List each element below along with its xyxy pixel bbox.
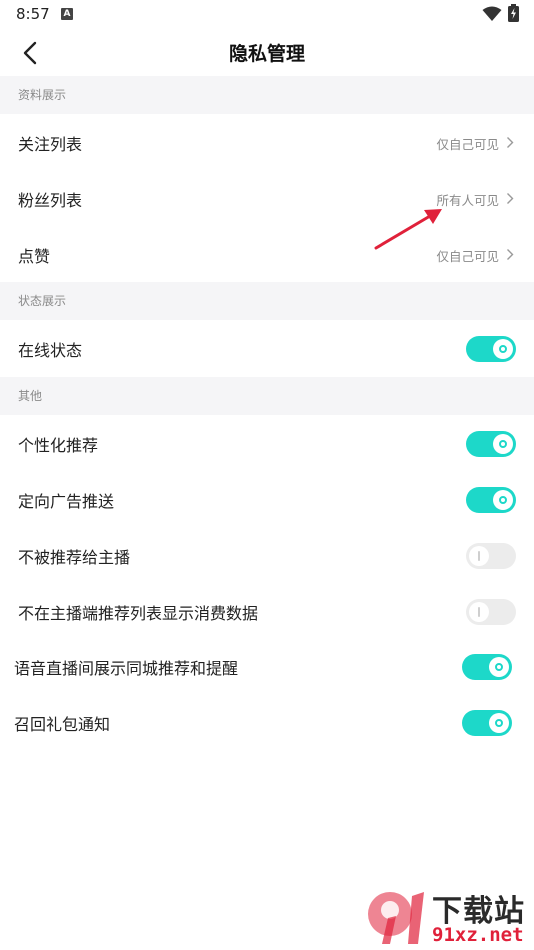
recall-gift-notification-toggle[interactable]	[462, 710, 512, 736]
personalized-recommendation-toggle[interactable]	[466, 431, 516, 457]
targeted-ads-toggle[interactable]	[466, 487, 516, 513]
chevron-right-icon	[507, 249, 514, 260]
toggle-knob	[469, 546, 489, 566]
row-online-status: 在线状态	[0, 320, 534, 376]
section-header-other: 其他	[0, 377, 534, 415]
online-status-toggle[interactable]	[466, 336, 516, 362]
row-value: 仅自己可见	[436, 249, 499, 264]
watermark: 下载站 91xz.net	[360, 884, 534, 950]
status-time: 8:57	[16, 5, 50, 23]
chevron-right-icon	[507, 137, 514, 148]
row-label: 关注列表	[18, 135, 83, 154]
wifi-icon	[482, 6, 502, 21]
privacy-settings-screen: 8:57 A 隐私管理 资料展示 关注列表 仅自己可见 粉丝列表 所有人可见 点…	[0, 0, 534, 950]
toggle-knob	[489, 713, 509, 733]
row-targeted-ads: 定向广告推送	[0, 471, 534, 527]
section-header-status-display: 状态展示	[0, 282, 534, 320]
row-label: 语音直播间展示同城推荐和提醒	[14, 659, 239, 678]
row-label: 召回礼包通知	[14, 715, 111, 734]
row-fans-list[interactable]: 粉丝列表 所有人可见	[0, 170, 534, 226]
row-likes[interactable]: 点赞 仅自己可见	[0, 226, 534, 282]
toggle-knob	[493, 339, 513, 359]
row-label: 不被推荐给主播	[18, 548, 131, 567]
toggle-knob	[493, 434, 513, 454]
battery-charging-icon	[508, 4, 519, 22]
row-label: 在线状态	[18, 341, 83, 360]
status-bar: 8:57 A	[0, 0, 534, 28]
chevron-right-icon	[507, 193, 514, 204]
watermark-logo-icon	[368, 892, 424, 944]
top-app-bar: 隐私管理	[0, 28, 534, 76]
row-label: 粉丝列表	[18, 191, 83, 210]
toggle-knob	[489, 657, 509, 677]
row-personalized-recommendation: 个性化推荐	[0, 415, 534, 471]
row-label: 定向广告推送	[18, 492, 115, 511]
row-label: 点赞	[18, 247, 51, 266]
row-hide-spending-data: 不在主播端推荐列表显示消费数据	[0, 583, 534, 639]
toggle-knob	[469, 602, 489, 622]
row-value: 仅自己可见	[436, 137, 499, 152]
row-label: 个性化推荐	[18, 436, 99, 455]
row-recall-gift-notification: 召回礼包通知	[0, 694, 534, 750]
app-notification-icon: A	[61, 8, 73, 20]
section-header-profile-display: 资料展示	[0, 76, 534, 114]
row-value: 所有人可见	[436, 193, 499, 208]
not-recommended-to-host-toggle[interactable]	[466, 543, 516, 569]
row-label: 不在主播端推荐列表显示消费数据	[18, 604, 259, 623]
watermark-domain: 91xz.net	[432, 924, 524, 946]
local-recommendation-toggle[interactable]	[462, 654, 512, 680]
hide-spending-data-toggle[interactable]	[466, 599, 516, 625]
row-following-list[interactable]: 关注列表 仅自己可见	[0, 114, 534, 170]
toggle-knob	[493, 490, 513, 510]
row-local-recommendation-voice-room: 语音直播间展示同城推荐和提醒	[0, 638, 534, 694]
page-title: 隐私管理	[228, 43, 305, 65]
row-not-recommended-to-host: 不被推荐给主播	[0, 527, 534, 583]
